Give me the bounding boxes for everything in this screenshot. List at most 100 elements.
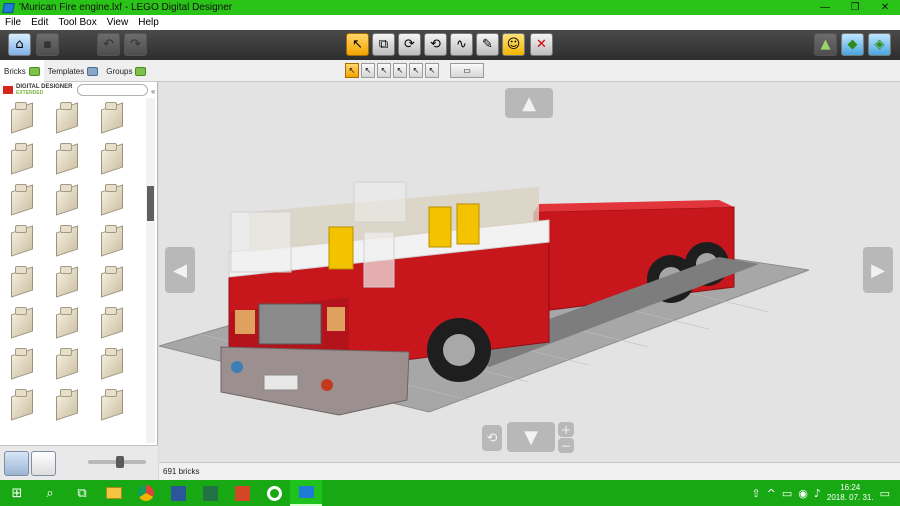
brick-tile[interactable]	[93, 385, 135, 426]
menu-toolbox[interactable]: Tool Box	[53, 17, 101, 28]
excel-icon[interactable]	[194, 480, 226, 506]
search-button[interactable]: ⌕	[34, 480, 66, 506]
brick-tile[interactable]	[48, 303, 90, 344]
hinge-align-tool-button[interactable]: ⟲	[424, 33, 447, 56]
chrome-icon[interactable]	[130, 480, 162, 506]
rear-windscreen	[353, 181, 407, 223]
powerpoint-icon[interactable]	[226, 480, 258, 506]
brick-tile[interactable]	[93, 98, 135, 139]
brick-tile[interactable]	[48, 385, 90, 426]
brick-tile[interactable]	[93, 221, 135, 262]
brick-tile[interactable]	[48, 180, 90, 221]
palette-zoom-slider[interactable]	[88, 456, 146, 468]
zoom-in-button[interactable]: +	[558, 422, 574, 437]
lego-app-icon	[2, 2, 15, 13]
reset-view-button[interactable]: ⟲	[482, 425, 502, 451]
shape-select-button[interactable]: ↖	[393, 63, 407, 78]
brick-tile[interactable]	[48, 98, 90, 139]
brick-tile[interactable]	[3, 385, 45, 426]
zoom-out-button[interactable]: −	[558, 438, 574, 453]
color-select-button[interactable]: ↖	[377, 63, 391, 78]
color-shape-select-button[interactable]: ↖	[409, 63, 423, 78]
start-button[interactable]: ⊞	[0, 480, 34, 506]
brick-tile[interactable]	[3, 221, 45, 262]
view-bricks-button[interactable]	[4, 451, 29, 476]
select-tool-button[interactable]: ↖	[346, 33, 369, 56]
lego-designer-taskbar-icon[interactable]	[290, 480, 322, 506]
task-view-button[interactable]: ⧉	[66, 480, 98, 506]
collapse-palette-button[interactable]: «	[151, 87, 155, 96]
rotate-right-button[interactable]: ▶	[863, 247, 893, 293]
menu-help[interactable]: Help	[133, 17, 164, 28]
menu-file[interactable]: File	[0, 17, 26, 28]
clock[interactable]: 16:24 2018. 07. 31.	[827, 483, 874, 503]
build-viewport[interactable]: ▲ ▼ ◀ ▶ ⟲ + −	[159, 82, 900, 462]
rotate-up-button[interactable]: ▲	[505, 88, 553, 118]
network-icon[interactable]: ◉	[798, 487, 808, 500]
brick-tile[interactable]	[93, 262, 135, 303]
color-picker-button[interactable]: ▭	[450, 63, 484, 78]
battery-icon[interactable]: ▭	[782, 487, 792, 500]
brick-tile[interactable]	[48, 262, 90, 303]
invert-select-button[interactable]: ↖	[425, 63, 439, 78]
menu-edit[interactable]: Edit	[26, 17, 53, 28]
minimize-button[interactable]: —	[810, 2, 840, 13]
logo-line2: EXTENDED	[16, 90, 44, 96]
volume-icon[interactable]: ♪	[814, 487, 821, 500]
tab-templates[interactable]: Templates	[44, 60, 102, 82]
brick-tile[interactable]	[48, 139, 90, 180]
windows-taskbar: ⊞ ⌕ ⧉ ⇧ ^ ▭ ◉ ♪ 16:24 2018. 07. 31. ▭	[0, 480, 900, 506]
brick-tile[interactable]	[3, 262, 45, 303]
paint-tool-button[interactable]: ✎	[476, 33, 499, 56]
brick-tile[interactable]	[3, 303, 45, 344]
brick-search-input[interactable]	[77, 84, 148, 96]
rotate-left-button[interactable]: ◀	[165, 247, 195, 293]
brick-tile[interactable]	[3, 344, 45, 385]
word-icon[interactable]	[162, 480, 194, 506]
hinge-tool-button[interactable]: ⟳	[398, 33, 421, 56]
action-center-icon[interactable]: ▭	[880, 487, 890, 500]
brick-tile[interactable]	[48, 221, 90, 262]
brick-tile[interactable]	[3, 98, 45, 139]
brick-icon	[28, 66, 40, 76]
clone-tool-button[interactable]: ⧉	[372, 33, 395, 56]
show-hidden-icons[interactable]: ^	[767, 487, 776, 500]
palette-zoom-knob[interactable]	[116, 456, 124, 468]
palette-scrollbar[interactable]	[146, 98, 155, 443]
headlight-left	[235, 310, 255, 334]
instructions-mode-button[interactable]: ◈	[868, 33, 891, 56]
palette-scroll-thumb[interactable]	[147, 186, 154, 221]
delete-tool-button[interactable]: ✕	[530, 33, 553, 56]
decoration-tool-button[interactable]: ☺	[502, 33, 525, 56]
view-mode-button[interactable]: ◆	[841, 33, 864, 56]
brick-count: 691 bricks	[163, 467, 200, 476]
undo-button[interactable]: ↶	[97, 33, 120, 56]
save-button[interactable]: ▪	[36, 33, 59, 56]
logo-text: DIGITAL DESIGNER EXTENDED	[16, 84, 72, 96]
greenshot-icon[interactable]	[258, 480, 290, 506]
maximize-button[interactable]: ❐	[840, 2, 870, 13]
brick-tile[interactable]	[48, 344, 90, 385]
brick-tile[interactable]	[93, 139, 135, 180]
connected-select-button[interactable]: ↖	[361, 63, 375, 78]
headlight-right	[327, 307, 345, 331]
home-button[interactable]: ⌂	[8, 33, 31, 56]
single-select-button[interactable]: ↖	[345, 63, 359, 78]
build-mode-button[interactable]: ▲	[814, 33, 837, 56]
rotate-down-button[interactable]: ▼	[507, 422, 555, 452]
brick-tile[interactable]	[93, 180, 135, 221]
tab-bricks[interactable]: Bricks	[0, 60, 44, 82]
people-icon[interactable]: ⇧	[751, 487, 760, 500]
brick-tile[interactable]	[93, 303, 135, 344]
brick-tile[interactable]	[3, 180, 45, 221]
redo-button[interactable]: ↷	[124, 33, 147, 56]
close-button[interactable]: ✕	[870, 2, 900, 13]
color-palette-button[interactable]	[31, 451, 56, 476]
menu-view[interactable]: View	[102, 17, 134, 28]
tab-templates-label: Templates	[47, 66, 85, 76]
flex-tool-button[interactable]: ∿	[450, 33, 473, 56]
file-explorer-icon[interactable]	[98, 480, 130, 506]
brick-tile[interactable]	[93, 344, 135, 385]
tab-groups[interactable]: Groups	[102, 60, 150, 82]
brick-tile[interactable]	[3, 139, 45, 180]
